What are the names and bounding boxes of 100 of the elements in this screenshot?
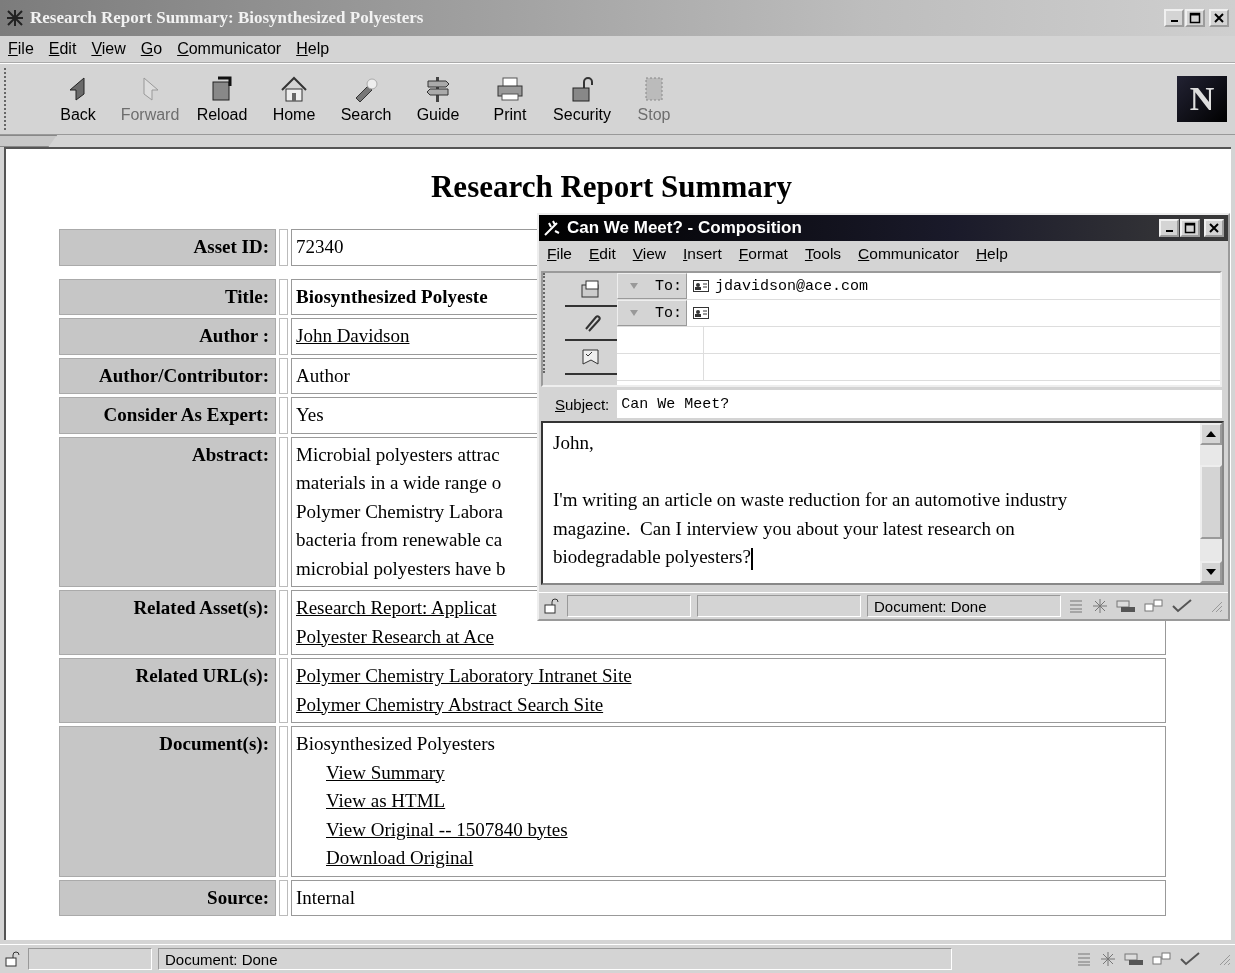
close-icon — [1208, 222, 1220, 234]
spacer-cell — [279, 357, 288, 394]
menu-item[interactable]: Insert — [683, 245, 722, 263]
resize-grip-icon[interactable] — [1209, 599, 1223, 613]
menu-item[interactable]: Edit — [589, 245, 616, 263]
status-text: Document: Done — [165, 950, 278, 968]
spacer-cell — [279, 879, 288, 916]
logo[interactable]: N — [1177, 76, 1227, 122]
address-card-icon — [693, 307, 709, 319]
maximize-icon — [1189, 12, 1201, 24]
menu-item[interactable]: Communicator — [177, 40, 282, 58]
menu-item[interactable]: Edit — [48, 40, 77, 58]
scroll-up-button[interactable] — [1200, 423, 1222, 445]
minimize-button[interactable] — [1164, 9, 1184, 27]
field-label: Title: — [59, 278, 276, 315]
subject-field[interactable]: Can We Meet? — [617, 390, 1222, 418]
message-paragraph: I'm writing an article on waste reduction for an automotive industry magazine. Can I interview you about your latest research on biodegradable polyesters? — [553, 486, 1190, 572]
spacer-cell — [279, 397, 288, 434]
menu-item[interactable]: File — [547, 245, 572, 263]
menu-item[interactable]: View — [91, 40, 126, 58]
sparkle-icon[interactable] — [1099, 951, 1117, 967]
field-value: bacteria from renewable ca — [296, 529, 503, 550]
message-body-field[interactable]: John, I'm writing an article on waste reduction for an automotive industry magazine. Can I interview you about your latest research on biodegradable polyesters? — [541, 421, 1224, 585]
recipient-type-dropdown[interactable]: To: — [617, 273, 687, 299]
sparkle-icon[interactable] — [1091, 598, 1109, 614]
menu-item[interactable]: View — [632, 245, 667, 263]
menu-item[interactable]: Communicator — [858, 245, 959, 263]
close-button[interactable] — [1209, 9, 1229, 27]
close-icon — [1213, 12, 1225, 24]
scrollbar[interactable] — [1200, 423, 1222, 583]
lock-icon[interactable] — [4, 951, 22, 967]
field-value: materials in a wide range o — [296, 472, 502, 493]
field-label: Author/Contributor: — [59, 357, 276, 394]
scrollbar-thumb[interactable] — [1200, 465, 1222, 539]
field-value: 72340 — [296, 236, 344, 257]
toolbar-button[interactable]: Security — [546, 74, 618, 124]
minimize-icon — [1165, 230, 1173, 232]
field-label: Consider As Expert: — [59, 397, 276, 434]
field-value: Biosynthesized Polyeste — [296, 285, 488, 307]
toolbar-button[interactable]: Back — [42, 74, 114, 124]
lock-icon[interactable] — [543, 598, 561, 614]
field-label: Author : — [59, 318, 276, 355]
scroll-down-button[interactable] — [1200, 561, 1222, 583]
menu-item[interactable]: Format — [738, 245, 788, 263]
chat-icon[interactable] — [1151, 951, 1173, 967]
page-heading: Research Report Summary — [430, 169, 793, 205]
menu-item[interactable]: Help — [296, 40, 330, 58]
chat-icon[interactable] — [1143, 598, 1165, 614]
address-card-icon — [693, 280, 709, 292]
spacer-cell — [279, 278, 288, 315]
down-arrow-icon — [1206, 569, 1216, 575]
field-label: Related URL(s): — [59, 658, 276, 723]
field-label: Abstract: — [59, 436, 276, 587]
field-value: Biosynthesized Polyesters — [296, 733, 495, 754]
link[interactable]: View as HTML — [326, 790, 446, 811]
subject-label: Subject: — [555, 395, 610, 413]
up-arrow-icon — [1206, 431, 1216, 437]
app-icon — [6, 9, 24, 27]
caret-icon — [630, 310, 638, 316]
link[interactable]: View Original -- 1507840 bytes — [326, 818, 568, 840]
field-value: Internal — [296, 886, 356, 908]
menu-item[interactable]: File — [8, 40, 34, 58]
spacer-cell — [279, 229, 288, 266]
toolbar-button[interactable]: Print — [474, 74, 546, 124]
close-button[interactable] — [1204, 219, 1224, 237]
toolbar-button[interactable]: Home — [258, 74, 330, 124]
field-value: microbial polyesters have b — [296, 557, 506, 579]
link[interactable]: Polymer Chemistry Laboratory Intranet Site — [296, 665, 632, 686]
field-value: Microbial polyesters attrac — [296, 443, 500, 465]
spacer-cell — [279, 590, 288, 655]
toolbar-button[interactable]: Search — [330, 74, 402, 124]
menu-item[interactable]: Tools — [804, 245, 842, 263]
minimize-button[interactable] — [1159, 219, 1179, 237]
menu-item[interactable]: Help — [975, 245, 1008, 263]
status-text: Document: Done — [874, 597, 987, 615]
resize-grip-icon[interactable] — [1217, 952, 1231, 966]
spacer-cell — [279, 658, 288, 723]
spacer-cell — [279, 318, 288, 355]
maximize-button[interactable] — [1180, 219, 1200, 237]
link[interactable]: Polyester Research at Ace — [296, 625, 494, 647]
recipient-field[interactable]: jdavidson@ace.com — [687, 273, 1220, 299]
message-paragraph: John, — [553, 431, 595, 455]
maximize-button[interactable] — [1185, 9, 1205, 27]
toolbar-button[interactable]: Reload — [186, 74, 258, 124]
window-title: Can We Meet? - Composition — [567, 218, 802, 238]
link[interactable]: Download Original — [326, 847, 474, 868]
address-book-icon — [580, 279, 602, 299]
maximize-icon — [1184, 222, 1196, 234]
window-title: Research Report Summary: Biosynthesized Polyesters — [30, 8, 424, 28]
recipient-type-dropdown[interactable]: To: — [617, 300, 687, 326]
link[interactable]: View Summary — [326, 761, 445, 783]
field-label: Source: — [59, 879, 276, 916]
toolbar-button[interactable]: Guide — [402, 74, 474, 124]
caret-icon — [630, 283, 638, 289]
link[interactable]: Polymer Chemistry Abstract Search Site — [296, 693, 604, 715]
menu-item[interactable]: Go — [140, 40, 163, 58]
checklist-icon — [580, 347, 602, 367]
link[interactable]: Research Report: Applicat — [296, 597, 497, 618]
field-value: Yes — [296, 404, 324, 425]
link[interactable]: John Davidson — [296, 325, 410, 346]
